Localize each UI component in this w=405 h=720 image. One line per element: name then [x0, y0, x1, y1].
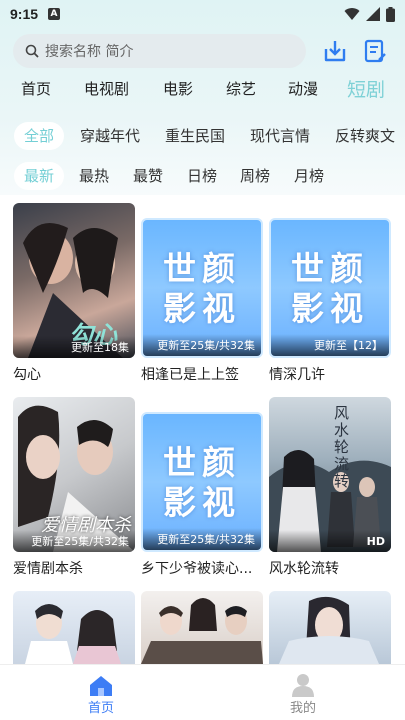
download-icon[interactable] — [322, 38, 348, 64]
notification-icon: A — [48, 8, 61, 20]
search-placeholder: 搜索名称 简介 — [45, 44, 134, 60]
drama-poster[interactable] — [13, 591, 135, 664]
home-icon — [90, 676, 112, 696]
tab-tv-series[interactable]: 电视剧 — [84, 78, 129, 99]
main-tab-bar: 首页 电视剧 电影 综艺 动漫 短剧 — [0, 78, 405, 106]
drama-title: 勾心 — [13, 367, 41, 383]
sort-daily[interactable]: 日榜 — [187, 162, 217, 190]
hd-badge: HD — [269, 530, 391, 552]
poster-art — [279, 596, 379, 664]
sort-weekly[interactable]: 周榜 — [240, 162, 270, 190]
update-badge: 更新至25集/共32集 — [13, 530, 135, 552]
drama-title: 爱情剧本杀 — [13, 561, 83, 577]
nav-mine[interactable]: 我的 — [253, 665, 353, 720]
chip-romance[interactable]: 现代言情 — [250, 122, 310, 150]
brand-text-line2: 影视 — [291, 289, 369, 328]
poster-art — [25, 604, 121, 664]
status-bar: 9:15 A — [0, 0, 405, 28]
nav-home[interactable]: 首页 — [51, 665, 151, 720]
tab-anime[interactable]: 动漫 — [288, 78, 318, 99]
drama-poster[interactable]: 世颜 影视 更新至25集/共32集 — [141, 218, 263, 358]
tab-short-drama[interactable]: 短剧 — [347, 75, 385, 102]
drama-title: 情深几许 — [269, 367, 325, 383]
chip-all[interactable]: 全部 — [14, 122, 65, 150]
update-badge: 更新至18集 — [13, 336, 135, 358]
category-filter-row: 全部 穿越年代 重生民国 现代言情 反转爽文 — [0, 122, 405, 150]
nav-mine-label: 我的 — [289, 701, 316, 716]
sort-latest[interactable]: 最新 — [14, 162, 65, 190]
drama-poster[interactable]: 世颜 影视 更新至【12】 — [269, 218, 391, 358]
drama-poster[interactable]: 世颜 影视 更新至25集/共32集 — [141, 412, 263, 552]
drama-title: 乡下少爷被读心... — [141, 561, 253, 577]
sort-filter-row: 最新 最热 最赞 日榜 周榜 月榜 — [0, 162, 405, 190]
poster-art — [141, 598, 263, 664]
drama-title: 相逢已是上上签 — [141, 367, 239, 383]
drama-poster[interactable] — [269, 591, 391, 664]
drama-title: 风水轮流转 — [269, 561, 339, 577]
user-icon — [292, 674, 314, 697]
tab-variety[interactable]: 综艺 — [226, 78, 256, 99]
tab-movies[interactable]: 电影 — [163, 78, 193, 99]
sort-monthly[interactable]: 月榜 — [294, 162, 324, 190]
chip-rebirth[interactable]: 重生民国 — [165, 122, 225, 150]
drama-poster[interactable] — [141, 591, 263, 664]
poster-art — [269, 449, 391, 552]
battery-icon — [386, 6, 395, 22]
search-input[interactable]: 搜索名称 简介 — [13, 34, 306, 68]
drama-poster[interactable]: 爱情剧本杀 更新至25集/共32集 — [13, 397, 135, 552]
nav-home-label: 首页 — [87, 701, 114, 716]
brand-text-line2: 影视 — [163, 289, 241, 328]
signal-icon — [366, 7, 380, 21]
drama-poster[interactable]: 勾心 更新至18集 — [13, 203, 135, 358]
status-time: 9:15 — [10, 6, 39, 22]
drama-poster[interactable]: 风水轮流转 HD — [269, 397, 391, 552]
poster-overlay-title: 风水轮流转 — [332, 405, 350, 490]
search-icon — [25, 44, 39, 58]
wifi-icon — [344, 8, 360, 20]
sort-most-liked[interactable]: 最赞 — [133, 162, 163, 190]
history-list-icon[interactable] — [362, 38, 388, 64]
chip-reversal[interactable]: 反转爽文 — [335, 122, 395, 150]
update-badge: 更新至25集/共32集 — [143, 528, 261, 550]
update-badge: 更新至25集/共32集 — [143, 334, 261, 356]
chip-time-travel[interactable]: 穿越年代 — [80, 122, 140, 150]
bottom-navigation: 首页 我的 — [0, 664, 405, 720]
brand-text-line2: 影视 — [163, 483, 241, 522]
tab-home[interactable]: 首页 — [21, 78, 51, 99]
sort-hottest[interactable]: 最热 — [79, 162, 109, 190]
update-badge: 更新至【12】 — [271, 334, 389, 356]
